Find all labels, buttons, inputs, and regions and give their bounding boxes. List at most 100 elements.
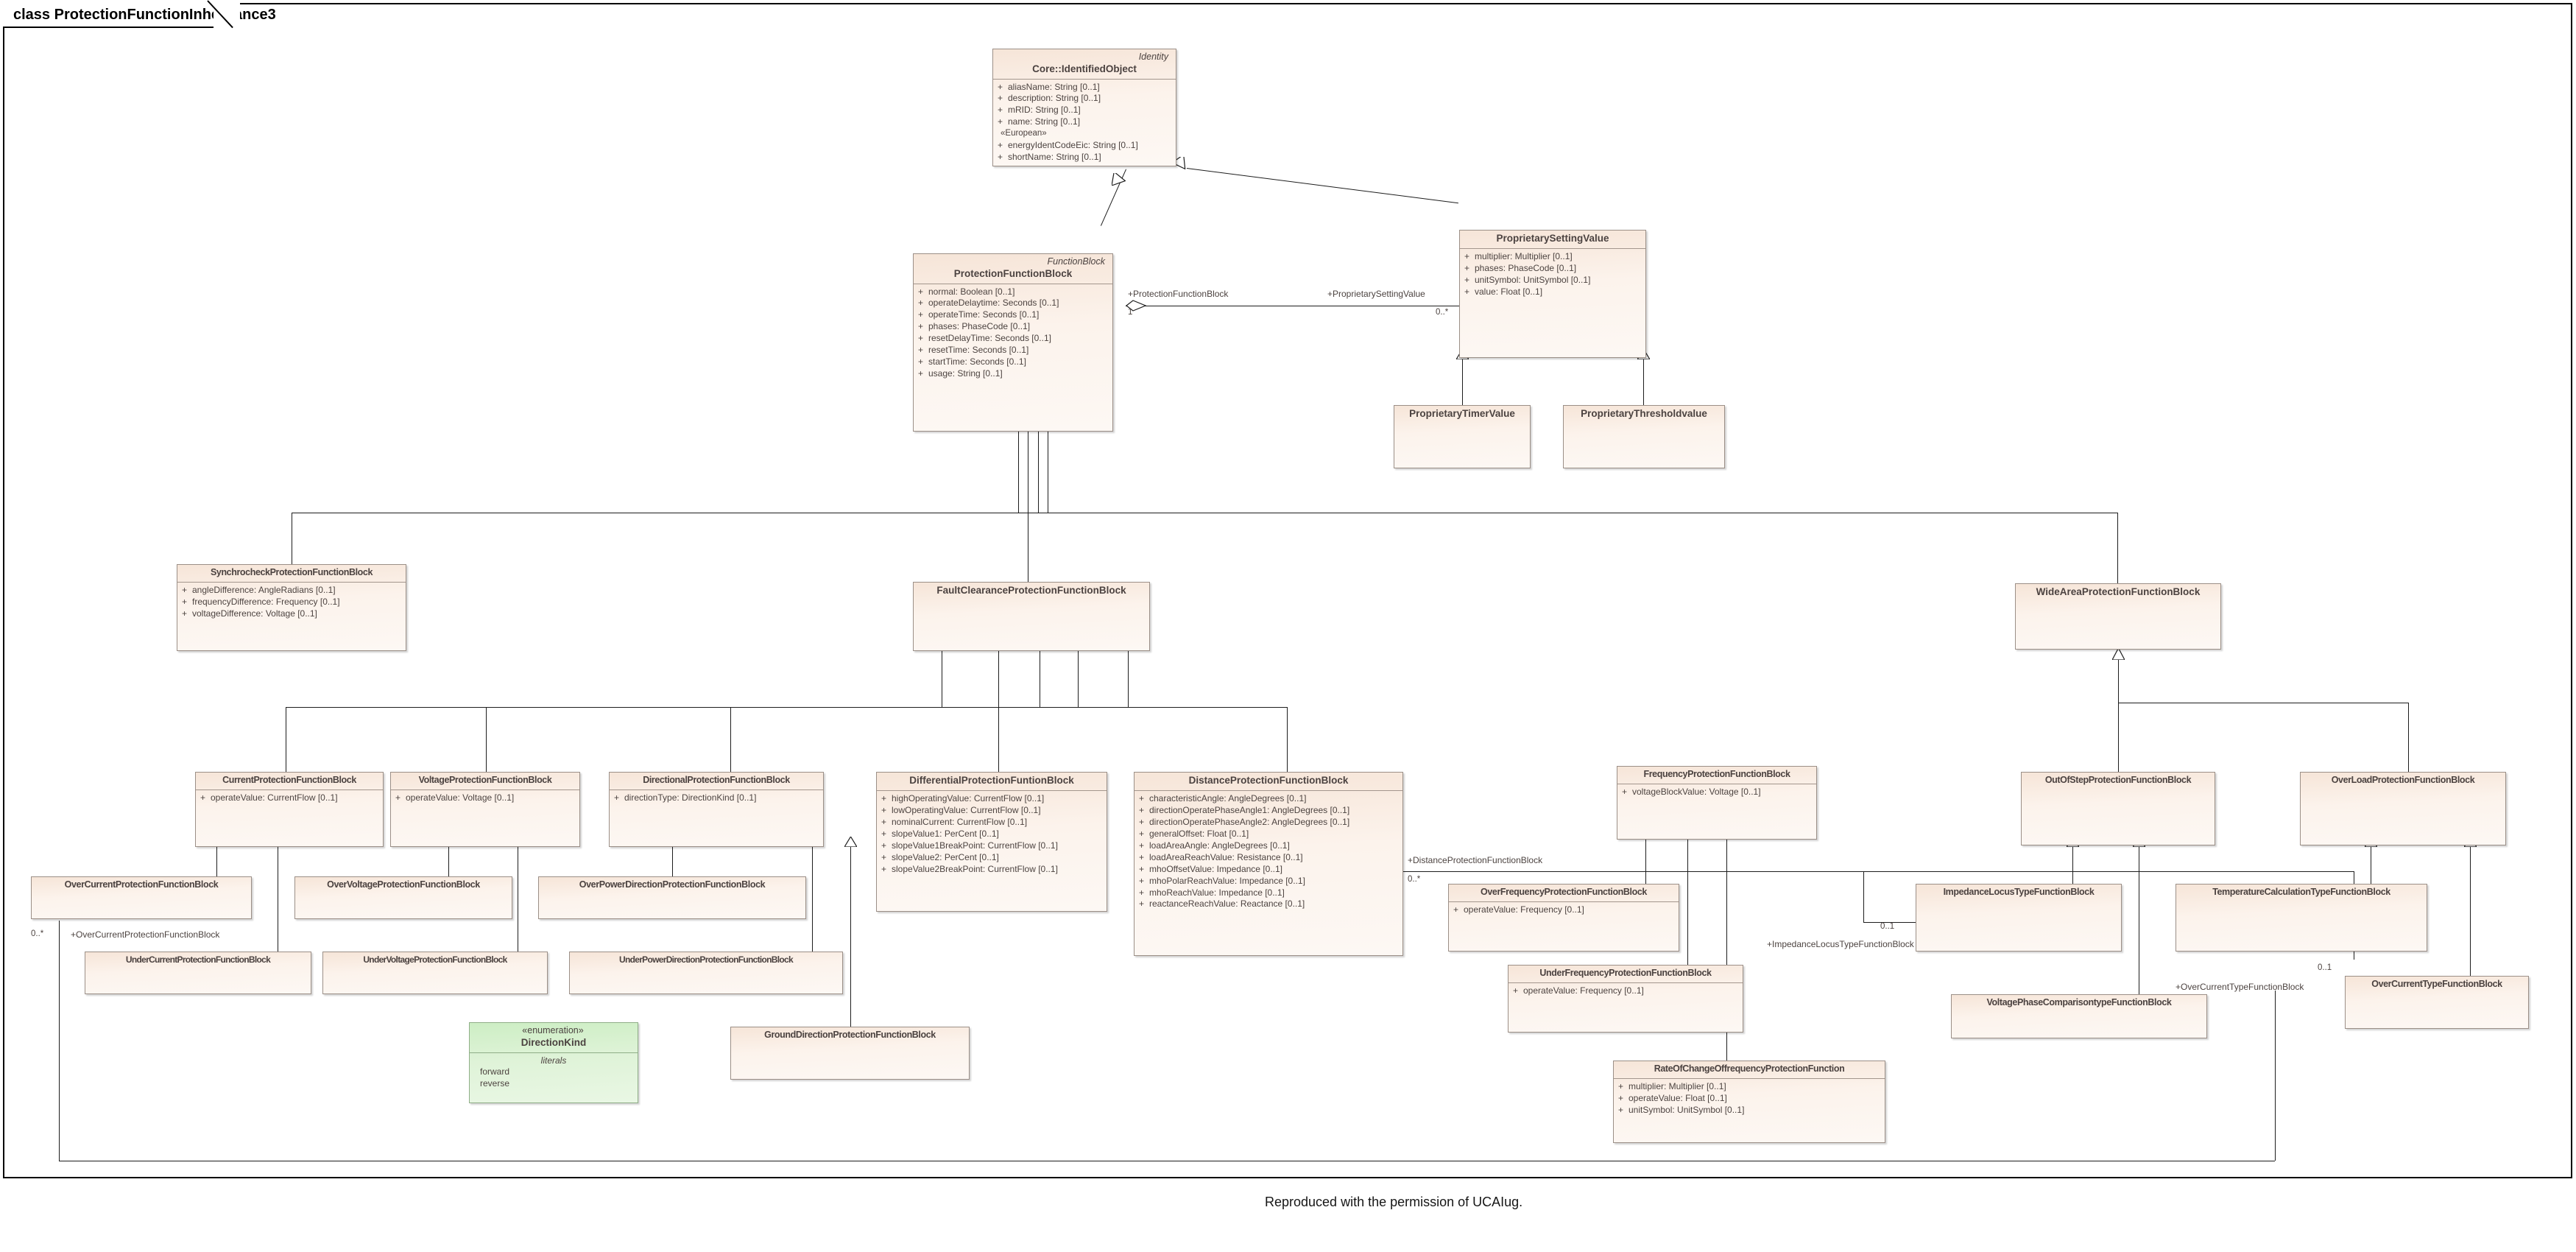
edge-label-distance-role: +DistanceProtectionFunctionBlock [1408, 855, 1543, 865]
class-voltagephasecomparisontypefunctionblock[interactable]: VoltagePhaseComparisontypeFunctionBlock [1951, 994, 2207, 1038]
class-header: FunctionBlock ProtectionFunctionBlock [914, 254, 1112, 284]
attribute-row: + angleDifference: AngleRadians [0..1] [182, 584, 336, 595]
class-header: OverCurrentTypeFunctionBlock [2346, 977, 2528, 993]
class-undervoltageprotectionfunctionblock[interactable]: UnderVoltageProtectionFunctionBlock [322, 952, 548, 994]
class-directionalprotectionfunctionblock[interactable]: DirectionalProtectionFunctionBlock + dire… [609, 772, 824, 847]
class-differentialprotectionfuntionblock[interactable]: DifferentialProtectionFuntionBlock + high… [876, 772, 1107, 912]
attribute-row: + resetTime: Seconds [0..1] [918, 345, 1029, 356]
class-name: DistanceProtectionFunctionBlock [1188, 775, 1349, 786]
class-header: UnderCurrentProtectionFunctionBlock [85, 952, 311, 968]
edge-mult-psv: 0..* [1436, 308, 1449, 317]
class-header: ProprietaryThresholdvalue [1564, 406, 1724, 423]
class-name: OverVoltageProtectionFunctionBlock [327, 879, 480, 890]
attribute-row: + multiplier: Multiplier [0..1] [1464, 250, 1573, 261]
attribute-group-label: «European» [1001, 129, 1047, 138]
gen-voltage-overvoltage [448, 847, 449, 876]
class-overcurrentprotectionfunctionblock[interactable]: OverCurrentProtectionFunctionBlock [31, 876, 252, 919]
class-core-identifiedobject[interactable]: Identity Core::IdentifiedObject + aliasNa… [992, 49, 1176, 166]
fc-drop-e-ext [1128, 689, 1129, 707]
class-name: ProprietaryThresholdvalue [1581, 408, 1707, 419]
attribute-row: + operateValue: Frequency [0..1] [1513, 985, 1644, 996]
diagram-frame-tab: class ProtectionFunctionInheritance3 [3, 3, 276, 28]
attribute-row: + directionOperatePhaseAngle2: AngleDegre… [1139, 816, 1350, 827]
class-header: «enumeration» DirectionKind [470, 1023, 638, 1052]
class-synchrocheckprotectionfunctionblock[interactable]: SynchrocheckProtectionFunctionBlock + ang… [177, 564, 406, 651]
assoc-impedance-v [1863, 871, 1864, 922]
class-underpowerdirectionprotectionfunctionblock[interactable]: UnderPowerDirectionProtectionFunctionBlo… [569, 952, 843, 994]
class-name: OutOfStepProtectionFunctionBlock [2044, 775, 2192, 785]
class-underfrequencyprotectionfunctionblock[interactable]: UnderFrequencyProtectionFunctionBlock + o… [1508, 965, 1743, 1033]
gen-triangle-directional-c [844, 837, 857, 847]
enumeration-directionkind[interactable]: «enumeration» DirectionKind literals for… [469, 1022, 638, 1103]
attribute-row: + slopeValue1: PerCent [0..1] [881, 828, 999, 839]
attribute-row: + operateValue: Float [0..1] [1618, 1092, 1727, 1103]
class-name: GroundDirectionProtectionFunctionBlock [764, 1030, 936, 1040]
class-attributes: + directionType: DirectionKind [0..1] [610, 790, 823, 808]
edge-label-psv-role: +ProprietarySettingValue [1327, 289, 1425, 299]
class-overfrequencyprotectionfunctionblock[interactable]: OverFrequencyProtectionFunctionBlock + op… [1448, 884, 1679, 952]
class-name: ProprietarySettingValue [1496, 233, 1609, 244]
class-impedancelocustypefunctionblock[interactable]: ImpedanceLocusTypeFunctionBlock [1916, 884, 2122, 952]
class-currentprotectionfunctionblock[interactable]: CurrentProtectionFunctionBlock + operateV… [195, 772, 384, 847]
edge-mult-overcurrent: 0..* [31, 929, 44, 938]
class-outofstepprotectionfunctionblock[interactable]: OutOfStepProtectionFunctionBlock [2021, 772, 2215, 845]
class-name: TemperatureCalculationTypeFunctionBlock [2212, 887, 2390, 897]
class-attributes: + operateValue: Frequency [0..1] [1508, 983, 1743, 1001]
class-rateofchangeoffrequencyprotectionfunction[interactable]: RateOfChangeOffrequencyProtectionFunctio… [1613, 1061, 1885, 1143]
gen-line-psv-timer [1462, 358, 1463, 405]
class-header: CurrentProtectionFunctionBlock [196, 773, 383, 789]
class-name: OverPowerDirectionProtectionFunctionBloc… [579, 879, 766, 890]
attribute-row: + shortName: String [0..1] [998, 151, 1101, 162]
class-attributes: + characteristicAngle: AngleDegrees [0..1… [1135, 791, 1402, 915]
class-undercurrentprotectionfunctionblock[interactable]: UnderCurrentProtectionFunctionBlock [85, 952, 311, 994]
class-header: OverPowerDirectionProtectionFunctionBloc… [539, 877, 805, 894]
class-header: DistanceProtectionFunctionBlock [1135, 773, 1402, 790]
attribute-row: + nominalCurrent: CurrentFlow [0..1] [881, 816, 1028, 827]
attribute-row: + lowOperatingValue: CurrentFlow [0..1] [881, 804, 1041, 815]
literal-row: forward [480, 1066, 510, 1077]
attribute-row: + description: String [0..1] [998, 93, 1101, 104]
class-overcurrenttypefunctionblock[interactable]: OverCurrentTypeFunctionBlock [2345, 976, 2529, 1029]
widearea-drop [2118, 658, 2119, 703]
class-proprietarythresholdvalue[interactable]: ProprietaryThresholdvalue [1563, 405, 1725, 468]
fc-bus-to-directional [730, 707, 731, 772]
edge-label-overcurrenttype-role: +OverCurrentTypeFunctionBlock [2176, 982, 2304, 992]
class-overvoltageprotectionfunctionblock[interactable]: OverVoltageProtectionFunctionBlock [294, 876, 512, 919]
class-attributes: + multiplier: Multiplier [0..1] + phases: … [1460, 249, 1645, 302]
attribute-row: + energyIdentCodeEic: String [0..1] [998, 139, 1138, 150]
class-name: CurrentProtectionFunctionBlock [222, 775, 356, 785]
class-attributes: + angleDifference: AngleRadians [0..1] + f… [177, 583, 406, 624]
class-name: VoltageProtectionFunctionBlock [418, 775, 552, 785]
attribute-row: + mhoOffsetValue: Impedance [0..1] [1139, 863, 1282, 874]
class-protectionfunctionblock[interactable]: FunctionBlock ProtectionFunctionBlock + n… [913, 253, 1113, 432]
class-header: ProprietarySettingValue [1460, 231, 1645, 248]
class-proprietarytimervalue[interactable]: ProprietaryTimerValue [1394, 405, 1531, 468]
class-distanceprotectionfunctionblock[interactable]: DistanceProtectionFunctionBlock + charact… [1134, 772, 1403, 956]
class-header: WideAreaProtectionFunctionBlock [2016, 584, 2220, 602]
gen-directional-ground [850, 847, 851, 1027]
gen-triangle-widearea [2112, 648, 2125, 660]
gen-line-psv-threshold [1643, 358, 1644, 405]
attribute-row: + directionType: DirectionKind [0..1] [614, 792, 757, 803]
attribute-row: + reactanceReachValue: Reactance [0..1] [1139, 898, 1305, 910]
class-voltageprotectionfunctionblock[interactable]: VoltageProtectionFunctionBlock + operateV… [390, 772, 580, 847]
class-temperaturecalculationtypefunctionblock[interactable]: TemperatureCalculationTypeFunctionBlock [2176, 884, 2427, 952]
fc-bus-to-distance [1287, 707, 1288, 772]
class-proprietarysettingvalue[interactable]: ProprietarySettingValue + multiplier: Mul… [1459, 230, 1646, 358]
assoc-distance-h [1402, 871, 2354, 872]
attribute-row: + value: Float [0..1] [1464, 286, 1543, 297]
class-overpowerdirectionprotectionfunctionblock[interactable]: OverPowerDirectionProtectionFunctionBloc… [538, 876, 806, 919]
class-wideareaprotectionfunctionblock[interactable]: WideAreaProtectionFunctionBlock [2015, 583, 2221, 650]
class-grounddirectionprotectionfunctionblock[interactable]: GroundDirectionProtectionFunctionBlock [730, 1027, 970, 1080]
class-faultclearanceprotectionfunctionblock[interactable]: FaultClearanceProtectionFunctionBlock [913, 582, 1150, 651]
class-header: ProprietaryTimerValue [1394, 406, 1530, 423]
class-frequencyprotectionfunctionblock[interactable]: FrequencyProtectionFunctionBlock + voltag… [1617, 766, 1817, 840]
class-stereotype: Identity [1138, 52, 1168, 62]
fc-drop-d-ext [1078, 689, 1079, 707]
assoc-overcurrent-v2 [2275, 991, 2276, 1161]
attribute-row: + slopeValue1BreakPoint: CurrentFlow [0..… [881, 840, 1058, 851]
class-attributes: + operateValue: CurrentFlow [0..1] [196, 790, 383, 808]
class-header: Identity Core::IdentifiedObject [993, 49, 1176, 79]
class-overloadprotectionfunctionblock[interactable]: OverLoadProtectionFunctionBlock [2300, 772, 2506, 845]
class-header: OverCurrentProtectionFunctionBlock [32, 877, 251, 894]
